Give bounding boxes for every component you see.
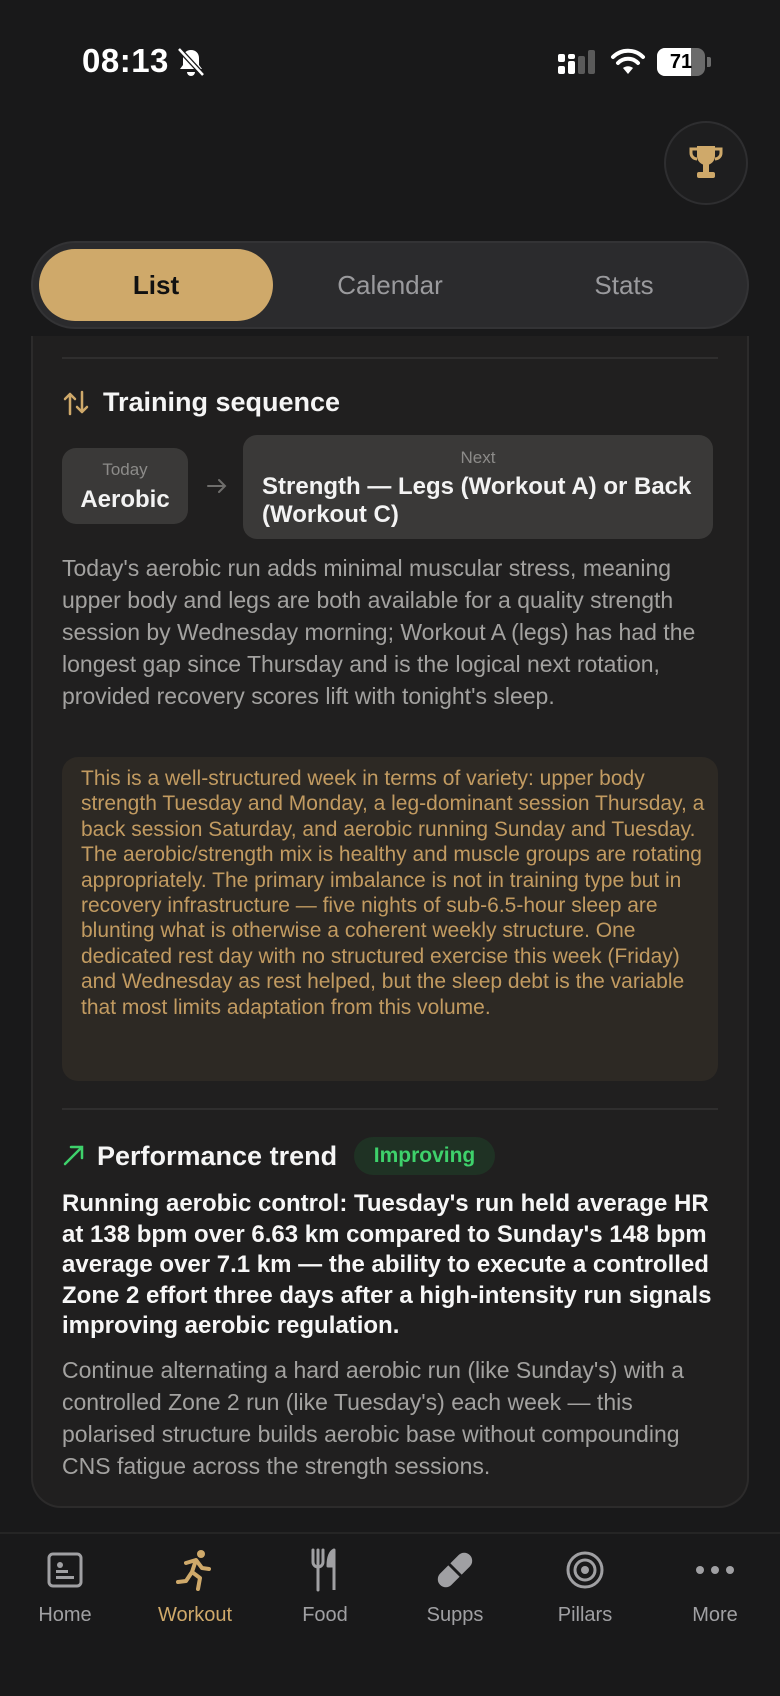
sequence-rationale: Today's aerobic run adds minimal muscula… <box>62 555 696 709</box>
wifi-icon <box>611 48 645 74</box>
status-time: 08:13 <box>82 42 169 79</box>
fork-knife-icon <box>311 1548 336 1592</box>
cellular-signal-icon <box>558 50 595 74</box>
divider <box>62 1108 718 1110</box>
home-icon <box>47 1552 83 1588</box>
tab-calendar[interactable]: Calendar <box>273 249 507 321</box>
target-icon <box>566 1551 604 1589</box>
tab-home[interactable]: Home <box>0 1548 130 1638</box>
trend-advice: Continue alternating a hard aerobic run … <box>62 1357 684 1479</box>
more-icon <box>696 1566 734 1574</box>
trend-headline: Running aerobic control: Tuesday's run h… <box>62 1190 712 1339</box>
swap-arrows-icon <box>63 390 89 416</box>
tab-pillars[interactable]: Pillars <box>520 1548 650 1638</box>
trend-up-icon <box>63 1145 84 1166</box>
tab-supps-label: Supps <box>426 1604 484 1626</box>
today-value: Aerobic <box>80 486 170 513</box>
today-label: Today <box>102 460 148 479</box>
tab-workout[interactable]: Workout <box>130 1548 260 1638</box>
tab-home-label: Home <box>38 1604 92 1626</box>
weekly-insight-box: This is a well-structured week in terms … <box>62 757 718 1081</box>
next-workout-box: Next Strength — Legs (Workout A) or Back… <box>243 435 713 539</box>
arrow-right-icon <box>207 479 227 493</box>
tab-pillars-label: Pillars <box>557 1604 613 1626</box>
training-sequence-title: Training sequence <box>103 387 341 417</box>
tab-stats[interactable]: Stats <box>507 249 741 321</box>
divider <box>62 357 718 359</box>
tab-list[interactable]: List <box>39 249 273 321</box>
status-badge: Improving <box>354 1137 495 1175</box>
pill-icon <box>437 1552 473 1588</box>
next-value: Strength — Legs (Workout A) or Back (Wor… <box>262 473 692 528</box>
status-bar: 08:13 71 <box>0 0 780 120</box>
bell-muted-icon <box>177 47 205 77</box>
tab-more[interactable]: More <box>650 1548 780 1638</box>
tab-food-label: Food <box>302 1604 348 1626</box>
next-label: Next <box>460 448 496 467</box>
tab-food[interactable]: Food <box>260 1548 390 1638</box>
tab-more-label: More <box>692 1604 738 1626</box>
achievements-button[interactable] <box>664 121 748 205</box>
performance-trend-title: Performance trend <box>97 1141 338 1171</box>
tab-supps[interactable]: Supps <box>390 1548 520 1638</box>
weekly-insight-text: This is a well-structured week in terms … <box>81 767 705 1019</box>
battery-indicator: 71 <box>657 48 711 76</box>
running-icon <box>176 1550 211 1591</box>
tab-workout-label: Workout <box>157 1604 233 1626</box>
battery-level: 71 <box>669 51 693 73</box>
view-segmented-control: List Calendar Stats <box>31 241 749 329</box>
trophy-icon <box>689 146 723 178</box>
today-workout-box: Today Aerobic <box>62 448 188 524</box>
